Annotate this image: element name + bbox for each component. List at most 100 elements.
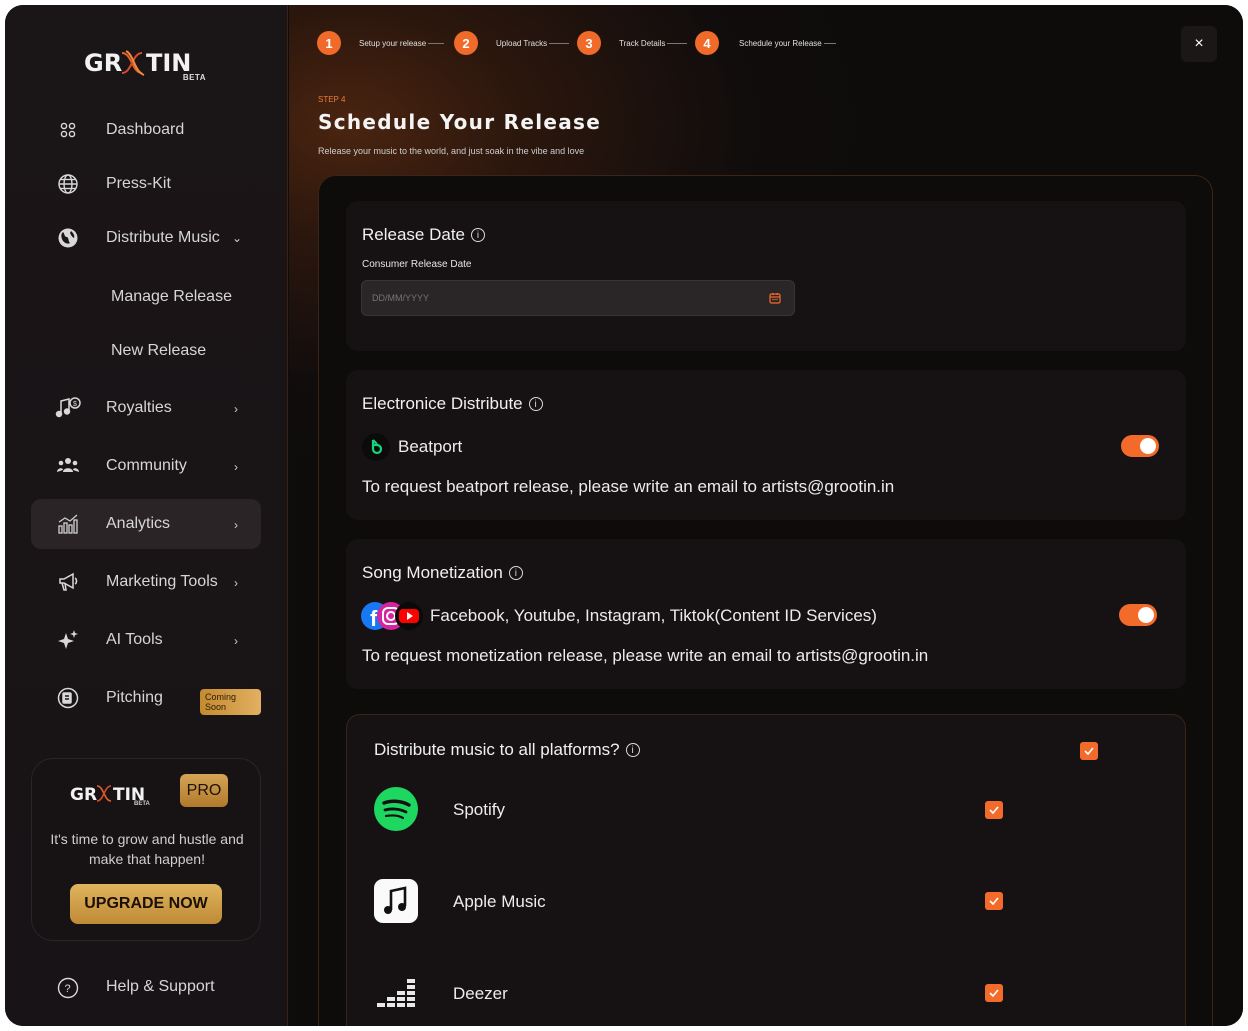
step-connector bbox=[823, 42, 836, 44]
step-1[interactable]: 1 Setup your release bbox=[317, 31, 445, 55]
monetization-toggle[interactable] bbox=[1119, 604, 1157, 626]
chevron-right-icon: › bbox=[234, 634, 238, 648]
sidebar-item-analytics[interactable]: Analytics › bbox=[31, 499, 261, 549]
sidebar-item-label: Press-Kit bbox=[106, 175, 171, 192]
release-date-card: Release Date i Consumer Release Date bbox=[346, 201, 1186, 351]
card-title: Electronice Distribute i bbox=[362, 394, 543, 414]
step-3[interactable]: 3 Track Details bbox=[577, 31, 688, 55]
song-monetization-title: Song Monetization bbox=[362, 563, 503, 582]
people-icon bbox=[55, 453, 81, 479]
svg-text:GR: GR bbox=[84, 49, 122, 77]
sidebar-item-ai-tools[interactable]: AI Tools › bbox=[31, 615, 261, 665]
beta-tag: BETA bbox=[134, 801, 150, 807]
document-icon bbox=[55, 685, 81, 711]
step-number: 1 bbox=[317, 31, 341, 55]
promo-text: It's time to grow and hustle and make th… bbox=[50, 831, 244, 867]
sidebar-item-label: Dashboard bbox=[106, 121, 185, 138]
globe-icon bbox=[55, 171, 81, 197]
grid-icon bbox=[55, 117, 81, 143]
svg-text:$: $ bbox=[73, 401, 77, 408]
info-icon[interactable]: i bbox=[625, 743, 640, 757]
info-icon[interactable]: i bbox=[528, 397, 543, 411]
upgrade-now-button[interactable]: UPGRADE NOW bbox=[70, 884, 222, 924]
beatport-toggle[interactable] bbox=[1121, 435, 1159, 457]
svg-text:?: ? bbox=[65, 983, 71, 995]
step-tag: STEP 4 bbox=[318, 95, 346, 104]
beatport-note: To request beatport release, please writ… bbox=[362, 477, 895, 496]
form-panel: Release Date i Consumer Release Date Ele… bbox=[318, 175, 1213, 1026]
spotify-checkbox[interactable] bbox=[985, 801, 1003, 819]
beatport-icon bbox=[362, 433, 390, 461]
sidebar-item-press-kit[interactable]: Press-Kit bbox=[31, 159, 261, 209]
spotify-icon bbox=[374, 787, 418, 831]
svg-text:f: f bbox=[370, 606, 378, 631]
chevron-down-icon: ⌄ bbox=[232, 231, 243, 245]
sidebar-subitem-new-release[interactable]: New Release bbox=[111, 342, 206, 360]
sidebar-item-help-support[interactable]: ? Help & Support bbox=[31, 965, 261, 1009]
help-icon: ? bbox=[55, 975, 81, 1001]
megaphone-icon bbox=[55, 569, 81, 595]
sidebar-item-label: Distribute Music bbox=[106, 229, 220, 246]
analytics-icon bbox=[55, 511, 81, 537]
step-number: 3 bbox=[577, 31, 601, 55]
spotify-label: Spotify bbox=[453, 800, 505, 819]
page-subtitle: Release your music to the world, and jus… bbox=[318, 146, 585, 156]
release-date-title: Release Date bbox=[362, 225, 466, 244]
sidebar-item-distribute-music[interactable]: Distribute Music ⌄ bbox=[31, 213, 261, 263]
platforms-title: Distribute music to all platforms? bbox=[374, 740, 620, 759]
apple-music-checkbox[interactable] bbox=[985, 892, 1003, 910]
sidebar-item-royalties[interactable]: $ Royalties › bbox=[31, 383, 261, 433]
calendar-icon[interactable] bbox=[769, 292, 781, 304]
page-title: Schedule Your Release bbox=[318, 110, 602, 134]
monetization-note: To request monetization release, please … bbox=[362, 646, 929, 665]
electronic-distribute-title: Electronice Distribute bbox=[362, 394, 523, 413]
sidebar-item-label: Pitching bbox=[106, 689, 163, 706]
deezer-icon bbox=[377, 979, 415, 1007]
card-title: Release Date i bbox=[362, 225, 486, 245]
step-connector bbox=[549, 42, 570, 44]
sidebar-item-label: Help & Support bbox=[106, 978, 215, 995]
step-label: Setup your release bbox=[359, 38, 427, 48]
step-4[interactable]: 4 Schedule your Release bbox=[695, 31, 836, 55]
sidebar-item-label: Marketing Tools bbox=[106, 573, 218, 590]
select-all-platforms-checkbox[interactable] bbox=[1080, 742, 1098, 760]
sidebar-item-label: Community bbox=[106, 457, 187, 474]
step-number: 4 bbox=[695, 31, 719, 55]
info-icon[interactable]: i bbox=[508, 566, 523, 580]
monetization-services-label: Facebook, Youtube, Instagram, Tiktok(Con… bbox=[430, 606, 877, 625]
release-date-input[interactable] bbox=[361, 280, 795, 316]
step-label: Schedule your Release bbox=[739, 38, 822, 48]
sidebar-item-community[interactable]: Community › bbox=[31, 441, 261, 491]
sidebar-item-marketing-tools[interactable]: Marketing Tools › bbox=[31, 557, 261, 607]
sidebar-item-label: Analytics bbox=[106, 515, 171, 532]
main-content: 1 Setup your release 2 Upload Tracks 3 T… bbox=[289, 5, 1243, 1026]
beta-tag: BETA bbox=[182, 73, 206, 82]
field-label: Consumer Release Date bbox=[362, 259, 472, 270]
sidebar: GR TIN BETA Dashboard Press-Kit Distribu… bbox=[5, 5, 288, 1026]
step-label: Track Details bbox=[619, 38, 666, 48]
chevron-right-icon: › bbox=[234, 402, 238, 416]
logo: GR TIN BETA bbox=[84, 45, 214, 83]
chevron-right-icon: › bbox=[234, 518, 238, 532]
sidebar-item-label: AI Tools bbox=[106, 631, 163, 648]
sidebar-item-dashboard[interactable]: Dashboard bbox=[31, 105, 261, 155]
info-icon[interactable]: i bbox=[471, 228, 486, 242]
chevron-right-icon: › bbox=[234, 460, 238, 474]
sidebar-item-pitching[interactable]: Pitching Coming Soon bbox=[31, 673, 261, 723]
earth-icon bbox=[55, 225, 81, 251]
stepper: 1 Setup your release 2 Upload Tracks 3 T… bbox=[317, 31, 877, 57]
deezer-label: Deezer bbox=[453, 984, 508, 1003]
card-title: Distribute music to all platforms? i bbox=[374, 740, 640, 760]
apple-music-icon bbox=[374, 879, 418, 923]
close-button[interactable]: × bbox=[1181, 26, 1217, 62]
coming-soon-badge: Coming Soon bbox=[200, 689, 261, 715]
sidebar-subitem-manage-release[interactable]: Manage Release bbox=[111, 288, 232, 306]
step-2[interactable]: 2 Upload Tracks bbox=[454, 31, 570, 55]
sidebar-item-label: Royalties bbox=[106, 399, 172, 416]
chevron-right-icon: › bbox=[234, 576, 238, 590]
step-label: Upload Tracks bbox=[496, 38, 548, 48]
music-dollar-icon: $ bbox=[55, 395, 81, 421]
upgrade-promo-card: GR TIN BETA PRO It's time to grow and hu… bbox=[31, 758, 261, 941]
electronic-distribute-card: Electronice Distribute i Beatport To req… bbox=[346, 370, 1186, 520]
deezer-checkbox[interactable] bbox=[985, 984, 1003, 1002]
